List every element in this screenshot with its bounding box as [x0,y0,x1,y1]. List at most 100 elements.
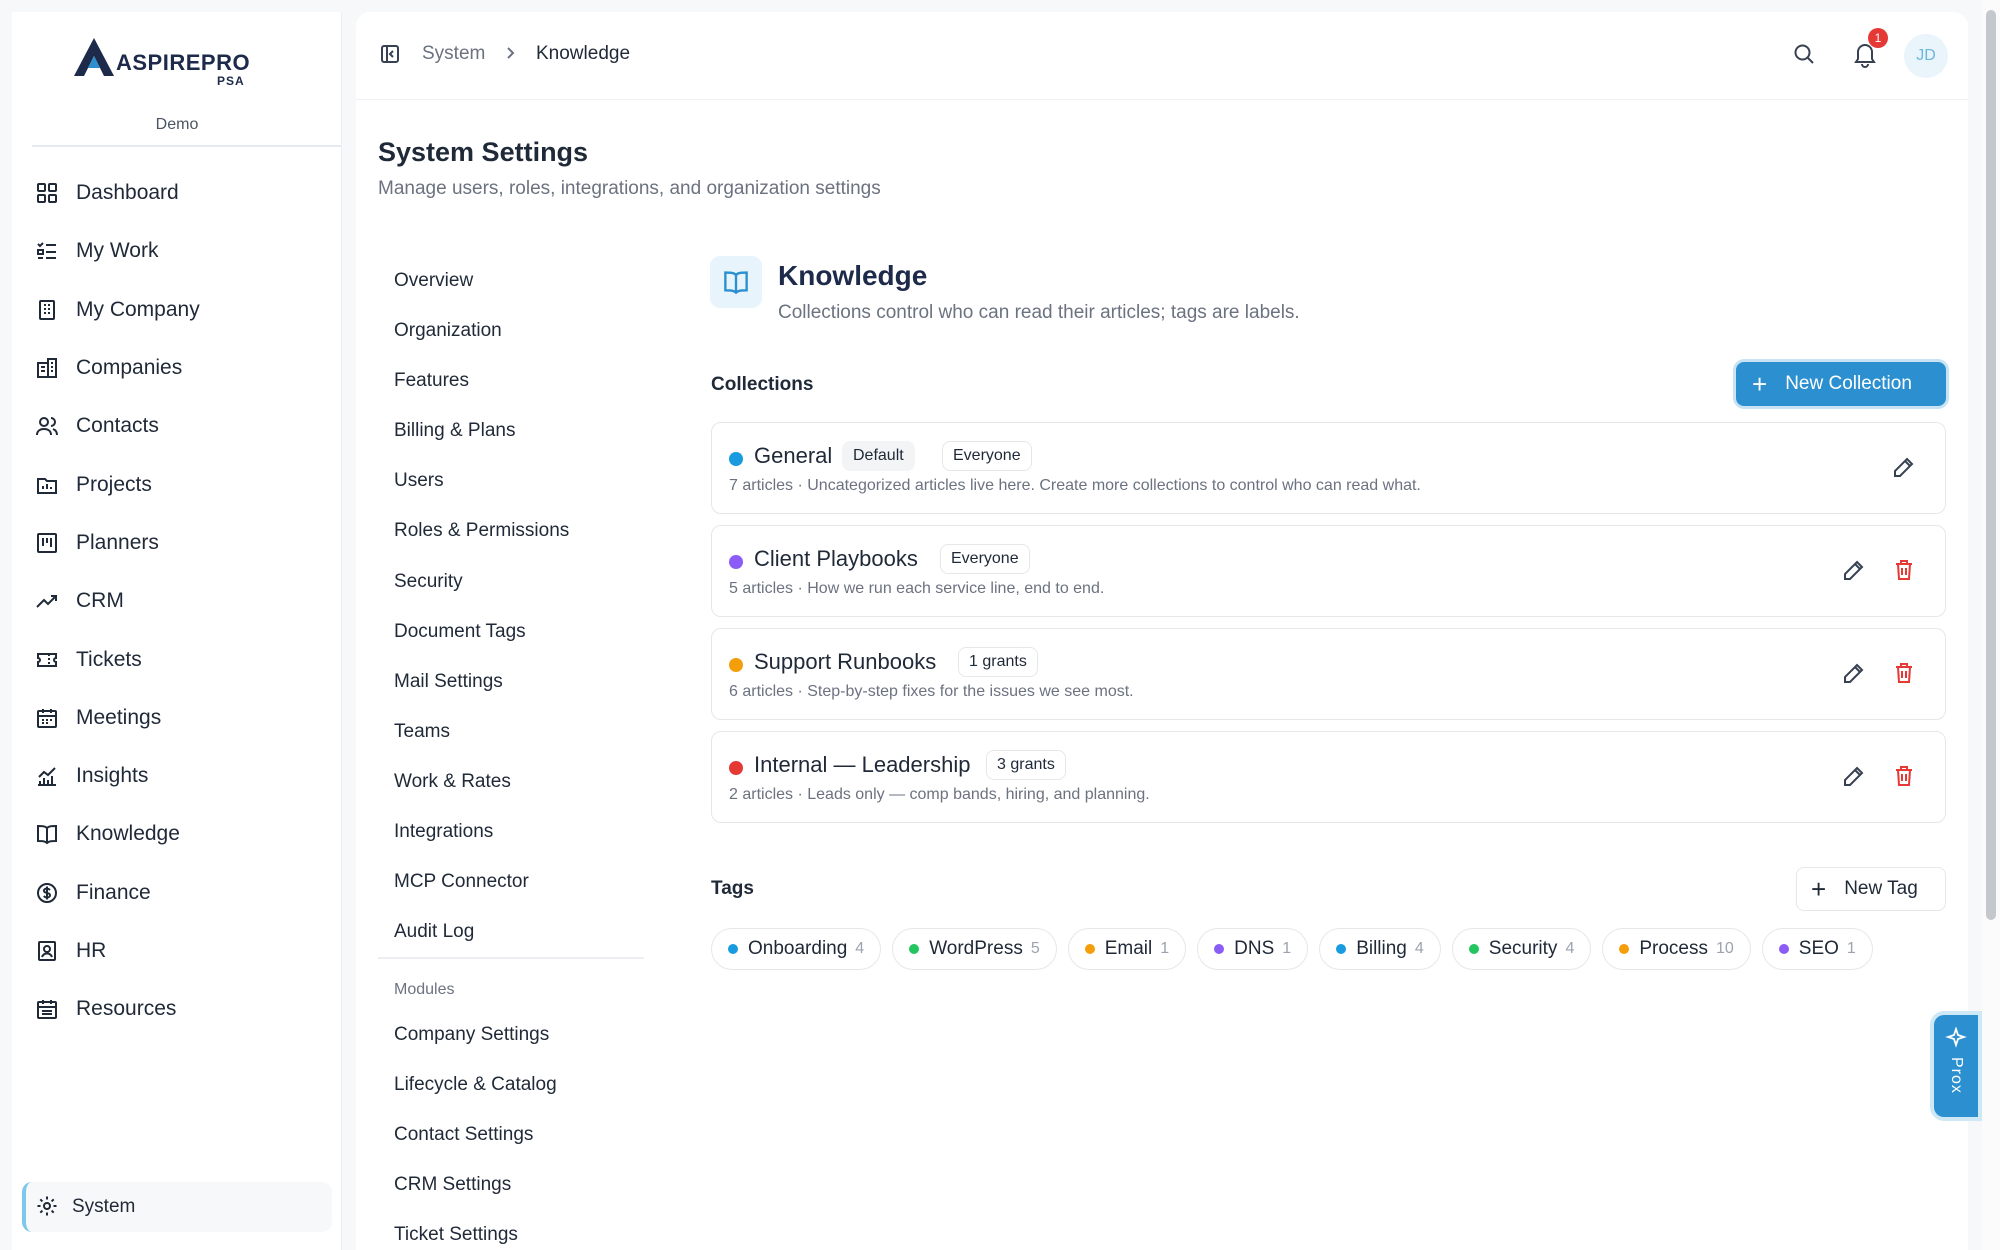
sidebar-toggle-icon[interactable] [380,44,400,64]
sidebar-item-insights[interactable]: Insights [32,747,332,805]
tag-wordpress[interactable]: WordPress 5 [892,928,1057,970]
settings-item-billing-plans[interactable]: Billing & Plans [394,406,664,456]
sidebar-item-my-work[interactable]: My Work [32,222,332,280]
sidebar-item-projects[interactable]: Projects [32,455,332,513]
settings-item-ticket-settings[interactable]: Ticket Settings [394,1210,664,1250]
tag-count: 4 [1414,940,1424,957]
brand-logo[interactable]: ASPIREPRO PSA [72,36,272,88]
tag-count: 10 [1715,940,1734,957]
edit-pencil-icon[interactable] [1892,455,1916,479]
avatar[interactable]: JD [1904,34,1948,78]
tag-process[interactable]: Process 10 [1602,928,1751,970]
settings-item-integrations[interactable]: Integrations [394,807,664,857]
sidebar-item-companies[interactable]: Companies [32,339,332,397]
sidebar-item-crm[interactable]: CRM [32,572,332,630]
notification-badge: 1 [1868,28,1888,48]
settings-item-audit-log[interactable]: Audit Log [394,907,664,957]
settings-item-users[interactable]: Users [394,456,664,506]
tag-color-dot [1468,944,1479,954]
edit-pencil-icon[interactable] [1842,558,1866,582]
settings-item-company-settings[interactable]: Company Settings [394,1010,664,1060]
sidebar-item-system[interactable]: System [22,1182,332,1232]
tag-email[interactable]: Email 1 [1067,928,1187,970]
settings-item-security[interactable]: Security [394,557,664,607]
collection-name: Internal — Leadership [754,752,971,777]
sidebar-item-planners[interactable]: Planners [32,514,332,572]
sidebar-item-dashboard[interactable]: Dashboard [32,164,332,222]
collection-row-general[interactable]: General Default Everyone 7 articles · Un… [711,422,1946,514]
modules-label: Modules [394,981,455,998]
collection-color-dot [729,452,743,466]
sidebar-item-resources[interactable]: Resources [32,980,332,1038]
edit-pencil-icon[interactable] [1842,764,1866,788]
settings-item-document-tags[interactable]: Document Tags [394,607,664,657]
tag-dns[interactable]: DNS 1 [1197,928,1309,970]
scrollbar-thumb[interactable] [1986,10,1996,920]
settings-item-roles-permissions[interactable]: Roles & Permissions [394,506,664,556]
tag-name: DNS [1234,938,1275,959]
edit-pencil-icon[interactable] [1842,661,1866,685]
delete-trash-icon[interactable] [1892,661,1916,685]
settings-item-mail-settings[interactable]: Mail Settings [394,657,664,707]
settings-item-contact-settings[interactable]: Contact Settings [394,1110,664,1160]
new-collection-button[interactable]: + New Collection [1736,362,1946,406]
settings-item-organization[interactable]: Organization [394,306,664,356]
users-icon [34,413,60,439]
settings-item-crm-settings[interactable]: CRM Settings [394,1160,664,1210]
sidebar-item-label: System [72,1196,136,1217]
settings-item-mcp-connector[interactable]: MCP Connector [394,857,664,907]
sidebar-item-label: My Company [76,297,200,321]
tag-name: WordPress [929,938,1023,959]
knowledge-title: Knowledge [778,260,928,291]
sidebar-item-tickets[interactable]: Tickets [32,630,332,688]
sidebar-item-knowledge[interactable]: Knowledge [32,805,332,863]
tag-name: SEO [1798,938,1839,959]
tag-color-dot [1084,944,1095,954]
settings-item-teams[interactable]: Teams [394,707,664,757]
delete-trash-icon[interactable] [1892,764,1916,788]
brand-sub: PSA [217,74,245,88]
kanban-icon [34,530,60,556]
collection-name: General [754,443,833,468]
sidebar-item-contacts[interactable]: Contacts [32,397,332,455]
search-icon[interactable] [1792,42,1816,66]
assistant-label: Prox [1948,1057,1965,1094]
new-tag-label: New Tag [1844,878,1918,899]
sidebar-item-label: Finance [76,880,151,904]
settings-item-overview[interactable]: Overview [394,256,664,306]
id-badge-icon [34,938,60,964]
dashboard-icon [34,180,60,206]
collection-color-dot [729,761,743,775]
tag-billing[interactable]: Billing 4 [1319,928,1441,970]
page-subtitle: Manage users, roles, integrations, and o… [378,178,881,199]
grants-badge: 1 grants [958,647,1038,677]
collection-row-client-playbooks[interactable]: Client Playbooks Everyone 5 articles · H… [711,525,1946,617]
tag-name: Onboarding [748,938,848,959]
new-tag-button[interactable]: + New Tag [1796,867,1946,911]
delete-trash-icon[interactable] [1892,558,1916,582]
sidebar-item-label: Tickets [76,647,142,671]
sidebar-divider [32,145,341,147]
tag-security[interactable]: Security 4 [1451,928,1592,970]
tag-count: 4 [1565,940,1575,957]
assistant-launcher[interactable]: Prox [1934,1015,1978,1117]
building-icon [34,297,60,323]
tag-onboarding[interactable]: Onboarding 4 [711,928,882,970]
tag-color-dot [909,944,920,954]
settings-divider [378,957,644,959]
settings-item-lifecycle-catalog[interactable]: Lifecycle & Catalog [394,1060,664,1110]
sidebar-item-label: CRM [76,589,124,613]
breadcrumb-system[interactable]: System [422,43,485,65]
sidebar-item-my-company[interactable]: My Company [32,281,332,339]
brand-name: ASPIREPRO [116,50,251,75]
sidebar-item-hr[interactable]: HR [32,922,332,980]
tag-name: Billing [1356,938,1407,959]
settings-item-work-rates[interactable]: Work & Rates [394,757,664,807]
sidebar-item-label: Knowledge [76,822,180,846]
tag-seo[interactable]: SEO 1 [1761,928,1873,970]
settings-item-features[interactable]: Features [394,356,664,406]
sidebar-item-meetings[interactable]: Meetings [32,689,332,747]
sidebar-item-finance[interactable]: Finance [32,864,332,922]
collection-row-support-runbooks[interactable]: Support Runbooks 1 grants 6 articles · S… [711,628,1946,720]
collection-row-internal-leadership[interactable]: Internal — Leadership 3 grants 2 article… [711,731,1946,823]
